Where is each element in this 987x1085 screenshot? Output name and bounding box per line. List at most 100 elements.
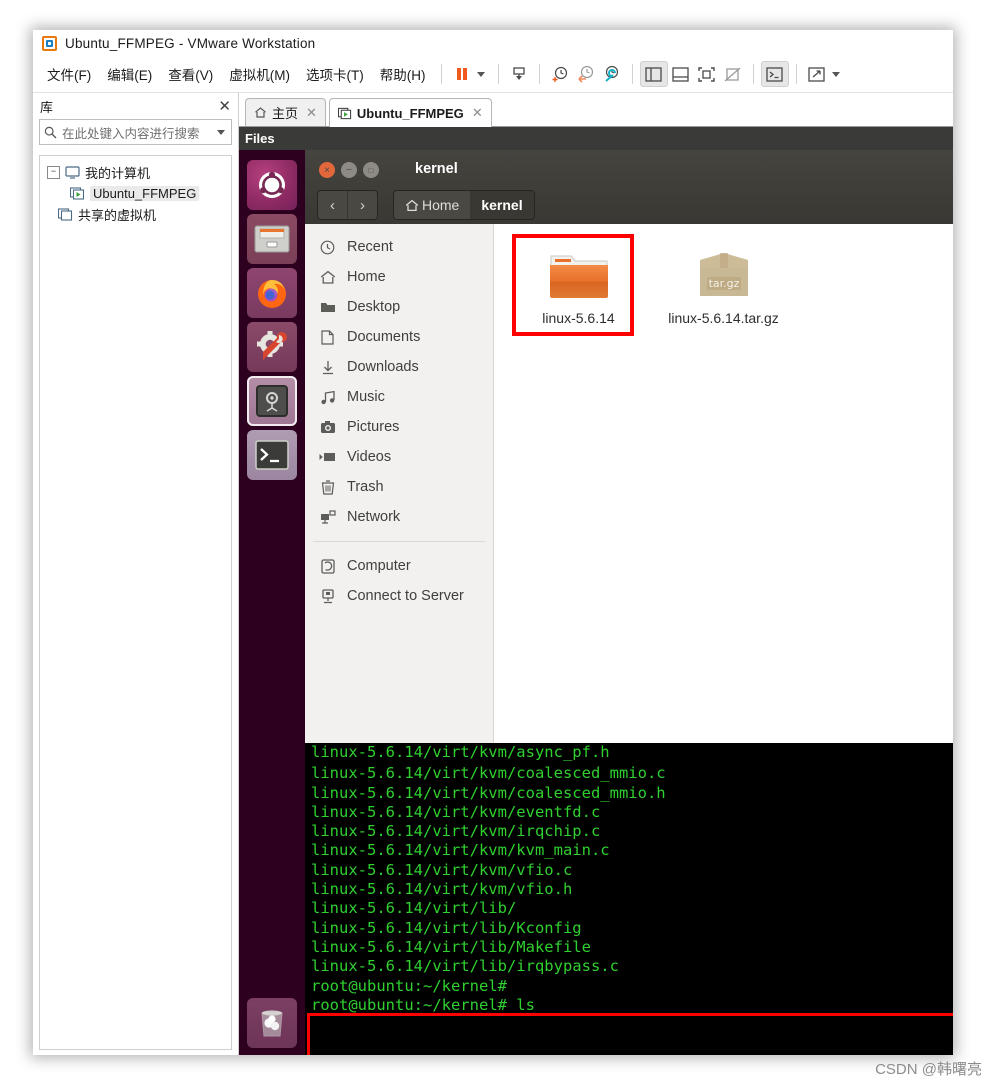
library-header: 库 ✕ [33, 93, 238, 119]
dock-settings[interactable] [247, 322, 297, 372]
home-icon [405, 199, 419, 212]
place-label: Recent [347, 239, 393, 255]
toolbar-separator [498, 64, 499, 84]
place-downloads[interactable]: Downloads [305, 352, 493, 382]
minimize-window-button[interactable]: − [341, 162, 357, 178]
fullscreen-button[interactable] [694, 62, 720, 86]
breadcrumb-label: kernel [481, 197, 522, 213]
tab-label: Ubuntu_FFMPEG [357, 106, 464, 121]
gear-wrench-icon [254, 329, 290, 365]
ubuntu-dock [239, 150, 305, 1055]
terminal-line: linux-5.6.14/virt/kvm/coalesced_mmio.c [311, 764, 953, 783]
tab-ubuntu-ffmpeg[interactable]: Ubuntu_FFMPEG ✕ [329, 98, 492, 127]
close-icon[interactable]: ✕ [306, 105, 317, 121]
dock-software[interactable] [247, 376, 297, 426]
place-recent[interactable]: Recent [305, 232, 493, 262]
stretch-dropdown-caret-down-icon[interactable] [832, 72, 840, 77]
dock-ubuntu-dash[interactable] [247, 160, 297, 210]
terminal-icon [255, 440, 289, 470]
file-item-linux-tarball[interactable]: tar.gz linux-5.6.14.tar.gz [651, 238, 796, 326]
breadcrumb-kernel[interactable]: kernel [470, 191, 533, 219]
snapshot-manager-button[interactable] [599, 62, 625, 86]
toolbar-separator [796, 64, 797, 84]
place-label: Videos [347, 449, 391, 465]
menu-edit[interactable]: 编辑(E) [99, 60, 160, 88]
place-label: Connect to Server [347, 588, 464, 604]
tree-shared-vms[interactable]: 共享的虚拟机 [44, 204, 227, 225]
dock-trash[interactable] [247, 998, 297, 1048]
menu-bar: 文件(F) 编辑(E) 查看(V) 虚拟机(M) 选项卡(T) 帮助(H) [33, 56, 953, 93]
place-label: Trash [347, 479, 384, 495]
window-title: Ubuntu_FFMPEG - VMware Workstation [65, 36, 315, 51]
maximize-window-button[interactable]: □ [363, 162, 379, 178]
window-titlebar: Ubuntu_FFMPEG - VMware Workstation [33, 30, 953, 56]
tree-my-computer[interactable]: − 我的计算机 [44, 162, 227, 183]
terminal-window[interactable]: linux-5.6.14/virt/kvm/async_pf.h linux-5… [305, 743, 953, 1055]
file-item-linux-folder[interactable]: linux-5.6.14 [506, 238, 651, 326]
show-thumbnails-button[interactable] [668, 62, 694, 86]
unity-button[interactable] [720, 62, 746, 86]
place-computer[interactable]: Computer [305, 551, 493, 581]
expand-icon [808, 67, 825, 82]
menu-help[interactable]: 帮助(H) [372, 60, 434, 88]
console-button[interactable] [761, 61, 789, 87]
suspend-button[interactable] [449, 62, 475, 86]
suspend-dropdown-caret-down-icon[interactable] [477, 72, 485, 77]
vm-running-icon [70, 187, 85, 200]
terminal-line: linux-5.6.14/virt/lib/ [311, 899, 953, 918]
places-divider [313, 541, 485, 542]
tab-home[interactable]: 主页 ✕ [245, 98, 326, 126]
breadcrumb-label: Home [422, 197, 459, 213]
revert-snapshot-button[interactable] [573, 62, 599, 86]
place-connect-server[interactable]: Connect to Server [305, 581, 493, 611]
minimize-icon: − [346, 165, 352, 176]
terminal-line: linux-5.6.14/virt/lib/Makefile [311, 938, 953, 957]
terminal-line: linux-5.6.14/virt/kvm/vfio.h [311, 880, 953, 899]
active-app-title: Files [245, 131, 275, 146]
take-snapshot-button[interactable] [547, 62, 573, 86]
toolbar-separator [753, 64, 754, 84]
breadcrumb-home[interactable]: Home [394, 191, 470, 219]
computer-icon [65, 166, 80, 179]
menu-vm[interactable]: 虚拟机(M) [221, 60, 298, 88]
library-title: 库 [40, 97, 53, 116]
show-library-button[interactable] [640, 61, 668, 87]
file-item-label: linux-5.6.14.tar.gz [668, 310, 779, 326]
menu-view[interactable]: 查看(V) [160, 60, 221, 88]
tree-vm-ubuntu-ffmpeg[interactable]: Ubuntu_FFMPEG [44, 183, 227, 204]
place-music[interactable]: Music [305, 382, 493, 412]
stretch-button[interactable] [804, 62, 830, 86]
tree-item-label: 我的计算机 [85, 163, 150, 182]
snapshot-button[interactable] [506, 62, 532, 86]
search-input[interactable]: 在此处键入内容进行搜索 [62, 123, 212, 142]
place-desktop[interactable]: Desktop [305, 292, 493, 322]
folder-icon [319, 300, 336, 314]
snapshot-icon [510, 65, 528, 83]
back-button[interactable]: ‹ [318, 191, 347, 219]
menu-file[interactable]: 文件(F) [39, 60, 99, 88]
place-pictures[interactable]: Pictures [305, 412, 493, 442]
place-documents[interactable]: Documents [305, 322, 493, 352]
place-network[interactable]: Network [305, 502, 493, 532]
close-icon[interactable]: ✕ [472, 105, 483, 121]
vm-tab-strip: 主页 ✕ Ubuntu_FFMPEG ✕ [239, 93, 953, 127]
shared-vm-icon [58, 208, 73, 221]
library-search-box[interactable]: 在此处键入内容进行搜索 [39, 119, 232, 145]
fullscreen-icon [698, 67, 715, 82]
dock-firefox[interactable] [247, 268, 297, 318]
place-videos[interactable]: Videos [305, 442, 493, 472]
forward-button[interactable]: › [347, 191, 377, 219]
place-home[interactable]: Home [305, 262, 493, 292]
close-window-button[interactable]: × [319, 162, 335, 178]
archive-badge-label: tar.gz [708, 277, 739, 290]
search-caret-down-icon[interactable] [217, 130, 225, 135]
chevron-left-icon: ‹ [330, 197, 335, 214]
menu-tabs[interactable]: 选项卡(T) [298, 60, 372, 88]
dock-files[interactable] [247, 214, 297, 264]
place-trash[interactable]: Trash [305, 472, 493, 502]
files-header-bar: × − □ kernel ‹ [305, 150, 953, 224]
toolbar-separator [441, 64, 442, 84]
expander-icon[interactable]: − [47, 166, 60, 179]
close-icon[interactable]: ✕ [218, 99, 231, 114]
dock-terminal[interactable] [247, 430, 297, 480]
